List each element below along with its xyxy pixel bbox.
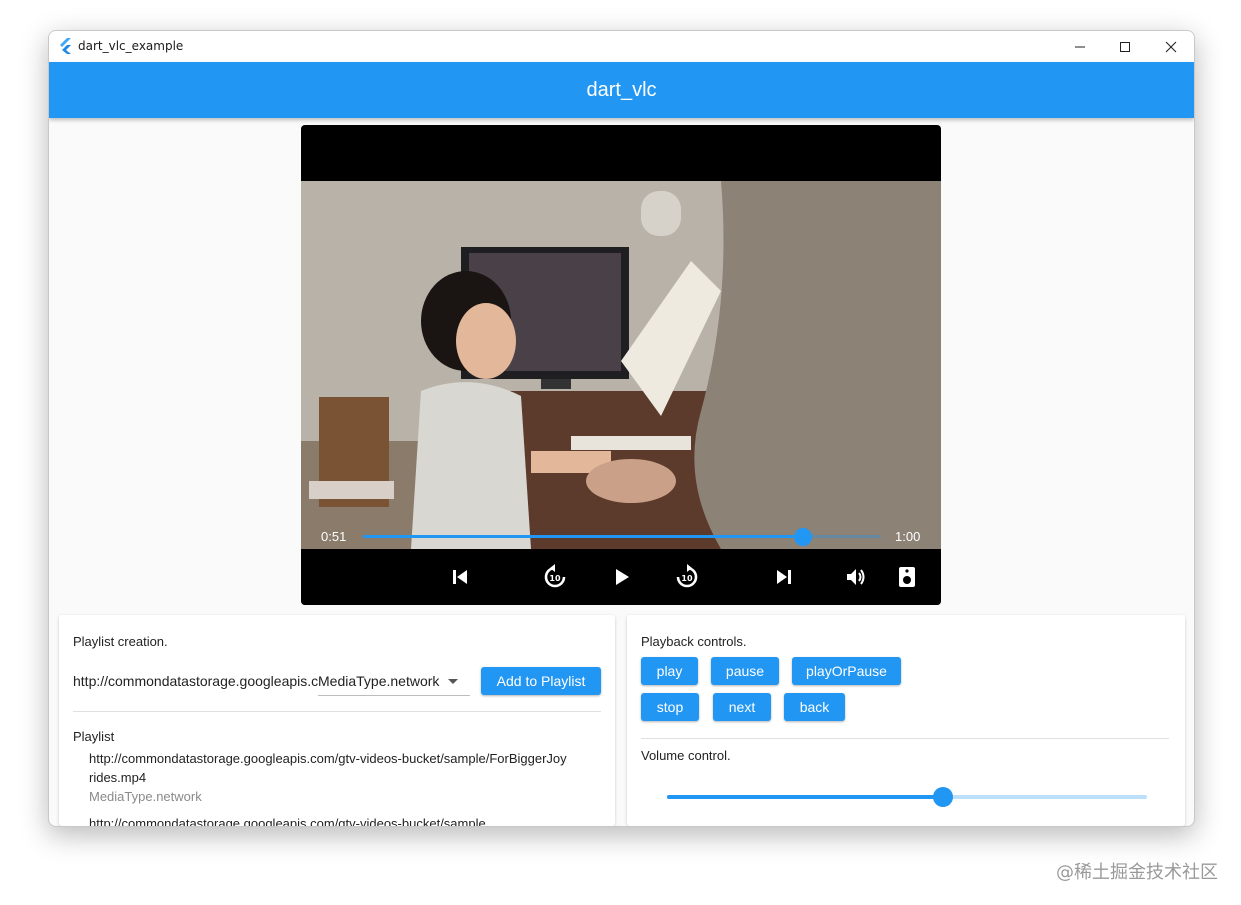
close-icon [1165, 41, 1177, 52]
divider [641, 738, 1169, 739]
volume-slider-fill [667, 795, 943, 799]
playback-controls-title: Playback controls. [641, 634, 747, 649]
total-duration: 1:00 [895, 529, 921, 544]
playlist-panel: Playlist creation. http://commondatastor… [59, 615, 615, 826]
play-or-pause-button[interactable]: playOrPause [792, 657, 901, 685]
replay-10-button[interactable]: 10 [540, 562, 570, 592]
current-time: 0:51 [321, 529, 347, 544]
minimize-button[interactable] [1057, 31, 1103, 62]
video-content-image [301, 181, 941, 549]
forward-10-button[interactable]: 10 [672, 562, 702, 592]
dropdown-arrow-icon [448, 679, 458, 684]
video-frame [301, 181, 941, 549]
volume-slider-thumb[interactable] [933, 787, 953, 807]
maximize-icon [1120, 41, 1130, 52]
playlist-item-url: http://commondatastorage.googleapis.com/… [89, 751, 567, 785]
volume-icon [847, 569, 865, 585]
playlist-item[interactable]: http://commondatastorage.googleapis.com/… [89, 749, 569, 806]
next-button[interactable]: next [713, 693, 771, 721]
media-type-dropdown[interactable]: MediaType.network [318, 669, 470, 696]
skip-next-button[interactable] [769, 562, 799, 592]
playlist-creation-title: Playlist creation. [73, 634, 168, 649]
skip-previous-icon [453, 570, 467, 584]
minimize-icon [1075, 46, 1085, 47]
close-button[interactable] [1148, 31, 1194, 62]
seek-slider-thumb[interactable] [794, 528, 813, 546]
speaker-icon [899, 567, 915, 587]
playlist-title: Playlist [73, 729, 115, 744]
seek-slider-fill [363, 535, 804, 538]
player-controls: 10 10 [301, 550, 941, 605]
playlist-item[interactable]: http://commondatastorage.googleapis.com/… [89, 814, 569, 826]
back-button[interactable]: back [784, 693, 845, 721]
seek-slider[interactable] [363, 528, 881, 546]
play-icon [616, 569, 629, 585]
skip-next-icon [777, 570, 791, 584]
replay-10-icon: 10 [544, 564, 566, 588]
playlist-item-url: http://commondatastorage.googleapis.com/… [89, 816, 486, 826]
watermark: @稀土掘金技术社区 [1056, 862, 1218, 883]
stop-button[interactable]: stop [641, 693, 699, 721]
video-player[interactable]: 0:51 1:00 10 10 [301, 125, 941, 605]
divider [73, 711, 601, 712]
add-to-playlist-button[interactable]: Add to Playlist [481, 667, 601, 695]
screen: dart_vlc_example dart_vlc 0:51 1:00 10 1… [0, 0, 1241, 905]
app-window: dart_vlc_example dart_vlc 0:51 1:00 10 1… [48, 30, 1195, 827]
controls-panel: Playback controls. play pause playOrPaus… [627, 615, 1185, 826]
pause-button[interactable]: pause [711, 657, 779, 685]
media-type-dropdown-value: MediaType.network [318, 673, 440, 689]
svg-text:10: 10 [549, 574, 561, 583]
skip-previous-button[interactable] [445, 562, 475, 592]
title-bar: dart_vlc_example [49, 31, 1194, 62]
url-input[interactable]: http://commondatastorage.googleapis.c [73, 673, 323, 689]
app-bar-title: dart_vlc [586, 78, 657, 101]
app-bar: dart_vlc [49, 62, 1194, 118]
volume-slider[interactable] [667, 787, 1147, 807]
play-button[interactable] [607, 562, 637, 592]
svg-text:10: 10 [681, 574, 693, 583]
play-button[interactable]: play [641, 657, 698, 685]
forward-10-icon: 10 [676, 564, 698, 588]
speaker-output-button[interactable] [892, 562, 922, 592]
playlist-item-type: MediaType.network [89, 789, 202, 804]
progress-bar-row: 0:51 1:00 [301, 523, 941, 549]
volume-control-title: Volume control. [641, 748, 731, 763]
window-title: dart_vlc_example [78, 39, 184, 53]
volume-button[interactable] [841, 562, 871, 592]
flutter-logo-icon [60, 38, 71, 54]
maximize-button[interactable] [1102, 31, 1148, 62]
